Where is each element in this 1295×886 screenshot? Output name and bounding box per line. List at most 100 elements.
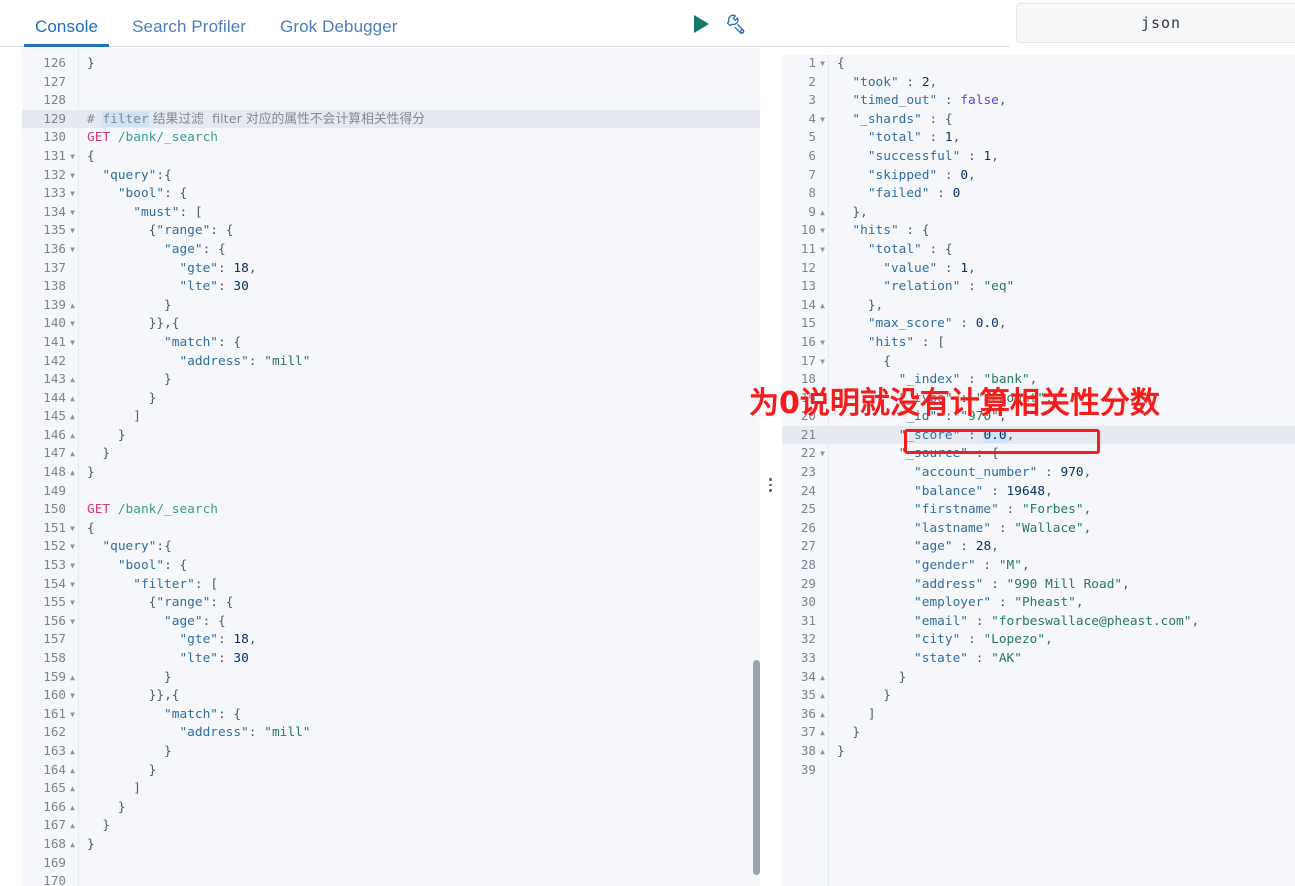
- code-line[interactable]: 151 ▼ {: [22, 519, 760, 538]
- code-line[interactable]: 154 ▼ "filter": [: [22, 575, 760, 594]
- tab-console[interactable]: Console: [18, 18, 115, 47]
- code-line[interactable]: 163 ▲ }: [22, 742, 760, 761]
- code-line[interactable]: 147 ▲ }: [22, 444, 760, 463]
- tab-search-profiler[interactable]: Search Profiler: [115, 18, 263, 47]
- wrench-icon[interactable]: [725, 12, 749, 36]
- request-vertical-scrollbar[interactable]: [753, 660, 760, 875]
- fold-toggle-icon[interactable]: ▼: [66, 594, 79, 613]
- code-line[interactable]: 126}: [22, 54, 760, 73]
- fold-toggle-icon[interactable]: ▼: [66, 204, 79, 223]
- fold-toggle-icon[interactable]: ▲: [66, 445, 79, 464]
- code-line[interactable]: 131 ▼ {: [22, 147, 760, 166]
- code-line[interactable]: 156 ▼ "age": {: [22, 612, 760, 631]
- fold-toggle-icon[interactable]: ▲: [66, 669, 79, 688]
- code-line[interactable]: 158 "lte": 30: [22, 649, 760, 668]
- code-line[interactable]: 138 "lte": 30: [22, 277, 760, 296]
- code-line[interactable]: 164 ▲ }: [22, 761, 760, 780]
- fold-toggle-icon[interactable]: ▼: [816, 222, 829, 241]
- fold-toggle-icon[interactable]: ▲: [66, 836, 79, 855]
- play-icon[interactable]: [694, 15, 709, 33]
- code-line[interactable]: 136 ▼ "age": {: [22, 240, 760, 259]
- code-line[interactable]: 162 "address": "mill": [22, 723, 760, 742]
- json-format-pill[interactable]: json: [1016, 3, 1295, 43]
- code-line[interactable]: 137 "gte": 18,: [22, 259, 760, 278]
- code-line[interactable]: 155 ▼ {"range": {: [22, 593, 760, 612]
- code-line[interactable]: 153 ▼ "bool": {: [22, 556, 760, 575]
- code-line[interactable]: 150 GET /bank/_search: [22, 500, 760, 519]
- code-line[interactable]: 167 ▲ }: [22, 816, 760, 835]
- fold-toggle-icon[interactable]: ▲: [816, 297, 829, 316]
- fold-toggle-icon[interactable]: ▲: [816, 706, 829, 725]
- code-line[interactable]: 128: [22, 91, 760, 110]
- response-pane[interactable]: 1 ▼{2 "took" : 2, 3 "timed_out" : false, 4 ▼…: [782, 48, 1295, 886]
- code-line[interactable]: 130 GET /bank/_search: [22, 128, 760, 147]
- code-line[interactable]: 133 ▼ "bool": {: [22, 184, 760, 203]
- code-line[interactable]: 143 ▲ }: [22, 370, 760, 389]
- code-line[interactable]: 166 ▲ }: [22, 798, 760, 817]
- code-line[interactable]: 140 ▼ }},{: [22, 314, 760, 333]
- code-line[interactable]: 160 ▼ }},{: [22, 686, 760, 705]
- fold-toggle-icon[interactable]: ▼: [66, 241, 79, 260]
- fold-toggle-icon[interactable]: ▼: [66, 706, 79, 725]
- code-line[interactable]: 135 ▼ {"range": {: [22, 221, 760, 240]
- fold-toggle-icon[interactable]: ▲: [66, 743, 79, 762]
- code-line[interactable]: 157 "gte": 18,: [22, 630, 760, 649]
- fold-toggle-icon[interactable]: ▼: [66, 520, 79, 539]
- fold-toggle-icon[interactable]: ▼: [66, 538, 79, 557]
- code-line[interactable]: 168 ▲}: [22, 835, 760, 854]
- code-line[interactable]: 144 ▲ }: [22, 389, 760, 408]
- fold-toggle-icon[interactable]: ▲: [66, 427, 79, 446]
- code-line[interactable]: 152 ▼ "query":{: [22, 537, 760, 556]
- code-line[interactable]: 134 ▼ "must": [: [22, 203, 760, 222]
- fold-toggle-icon[interactable]: ▲: [66, 762, 79, 781]
- fold-toggle-icon[interactable]: ▲: [816, 687, 829, 706]
- code-line[interactable]: 159 ▲ }: [22, 668, 760, 687]
- fold-toggle-icon[interactable]: ▼: [816, 334, 829, 353]
- code-line[interactable]: 170: [22, 872, 760, 886]
- code-line[interactable]: 148 ▲}: [22, 463, 760, 482]
- pane-splitter[interactable]: [760, 48, 782, 886]
- fold-toggle-icon[interactable]: ▼: [66, 148, 79, 167]
- fold-toggle-icon[interactable]: ▲: [816, 724, 829, 743]
- fold-toggle-icon[interactable]: ▼: [66, 315, 79, 334]
- request-code[interactable]: 126} 127 128 129 # filter 结果过滤 filter 对应的属性不…: [22, 48, 760, 886]
- fold-toggle-icon[interactable]: ▼: [816, 445, 829, 464]
- fold-toggle-icon[interactable]: ▼: [66, 557, 79, 576]
- fold-toggle-icon[interactable]: ▲: [66, 408, 79, 427]
- code-line[interactable]: 165 ▲ ]: [22, 779, 760, 798]
- code-line[interactable]: 141 ▼ "match": {: [22, 333, 760, 352]
- code-line[interactable]: 146 ▲ }: [22, 426, 760, 445]
- fold-toggle-icon[interactable]: ▼: [66, 167, 79, 186]
- fold-toggle-icon[interactable]: ▲: [66, 297, 79, 316]
- fold-toggle-icon[interactable]: ▼: [816, 55, 829, 74]
- code-line[interactable]: 132 ▼ "query":{: [22, 166, 760, 185]
- request-editor-pane[interactable]: 126} 127 128 129 # filter 结果过滤 filter 对应的属性不…: [22, 48, 760, 886]
- fold-toggle-icon[interactable]: ▼: [66, 334, 79, 353]
- fold-toggle-icon[interactable]: ▲: [66, 390, 79, 409]
- fold-toggle-icon[interactable]: ▼: [66, 222, 79, 241]
- fold-toggle-icon[interactable]: ▲: [816, 669, 829, 688]
- tab-grok-debugger[interactable]: Grok Debugger: [263, 18, 415, 47]
- code-line[interactable]: 169: [22, 854, 760, 873]
- code-line[interactable]: 149: [22, 482, 760, 501]
- fold-toggle-icon[interactable]: ▼: [66, 613, 79, 632]
- fold-toggle-icon[interactable]: ▼: [816, 241, 829, 260]
- fold-toggle-icon[interactable]: ▼: [66, 687, 79, 706]
- fold-toggle-icon[interactable]: ▲: [66, 817, 79, 836]
- code-line[interactable]: 161 ▼ "match": {: [22, 705, 760, 724]
- fold-toggle-icon[interactable]: ▲: [66, 780, 79, 799]
- fold-toggle-icon[interactable]: ▼: [66, 576, 79, 595]
- code-line[interactable]: 127: [22, 73, 760, 92]
- code-line[interactable]: 129 # filter 结果过滤 filter 对应的属性不会计算相关性得分: [22, 109, 760, 129]
- fold-toggle-icon[interactable]: ▲: [66, 799, 79, 818]
- fold-toggle-icon[interactable]: ▲: [66, 464, 79, 483]
- code-line[interactable]: 142 "address": "mill": [22, 352, 760, 371]
- fold-toggle-icon[interactable]: ▼: [816, 111, 829, 130]
- code-line[interactable]: 145 ▲ ]: [22, 407, 760, 426]
- fold-toggle-icon[interactable]: ▼: [66, 185, 79, 204]
- fold-toggle-icon[interactable]: ▲: [66, 371, 79, 390]
- fold-toggle-icon[interactable]: ▼: [816, 353, 829, 372]
- fold-toggle-icon[interactable]: ▲: [816, 743, 829, 762]
- fold-toggle-icon[interactable]: ▲: [816, 204, 829, 223]
- code-line[interactable]: 139 ▲ }: [22, 296, 760, 315]
